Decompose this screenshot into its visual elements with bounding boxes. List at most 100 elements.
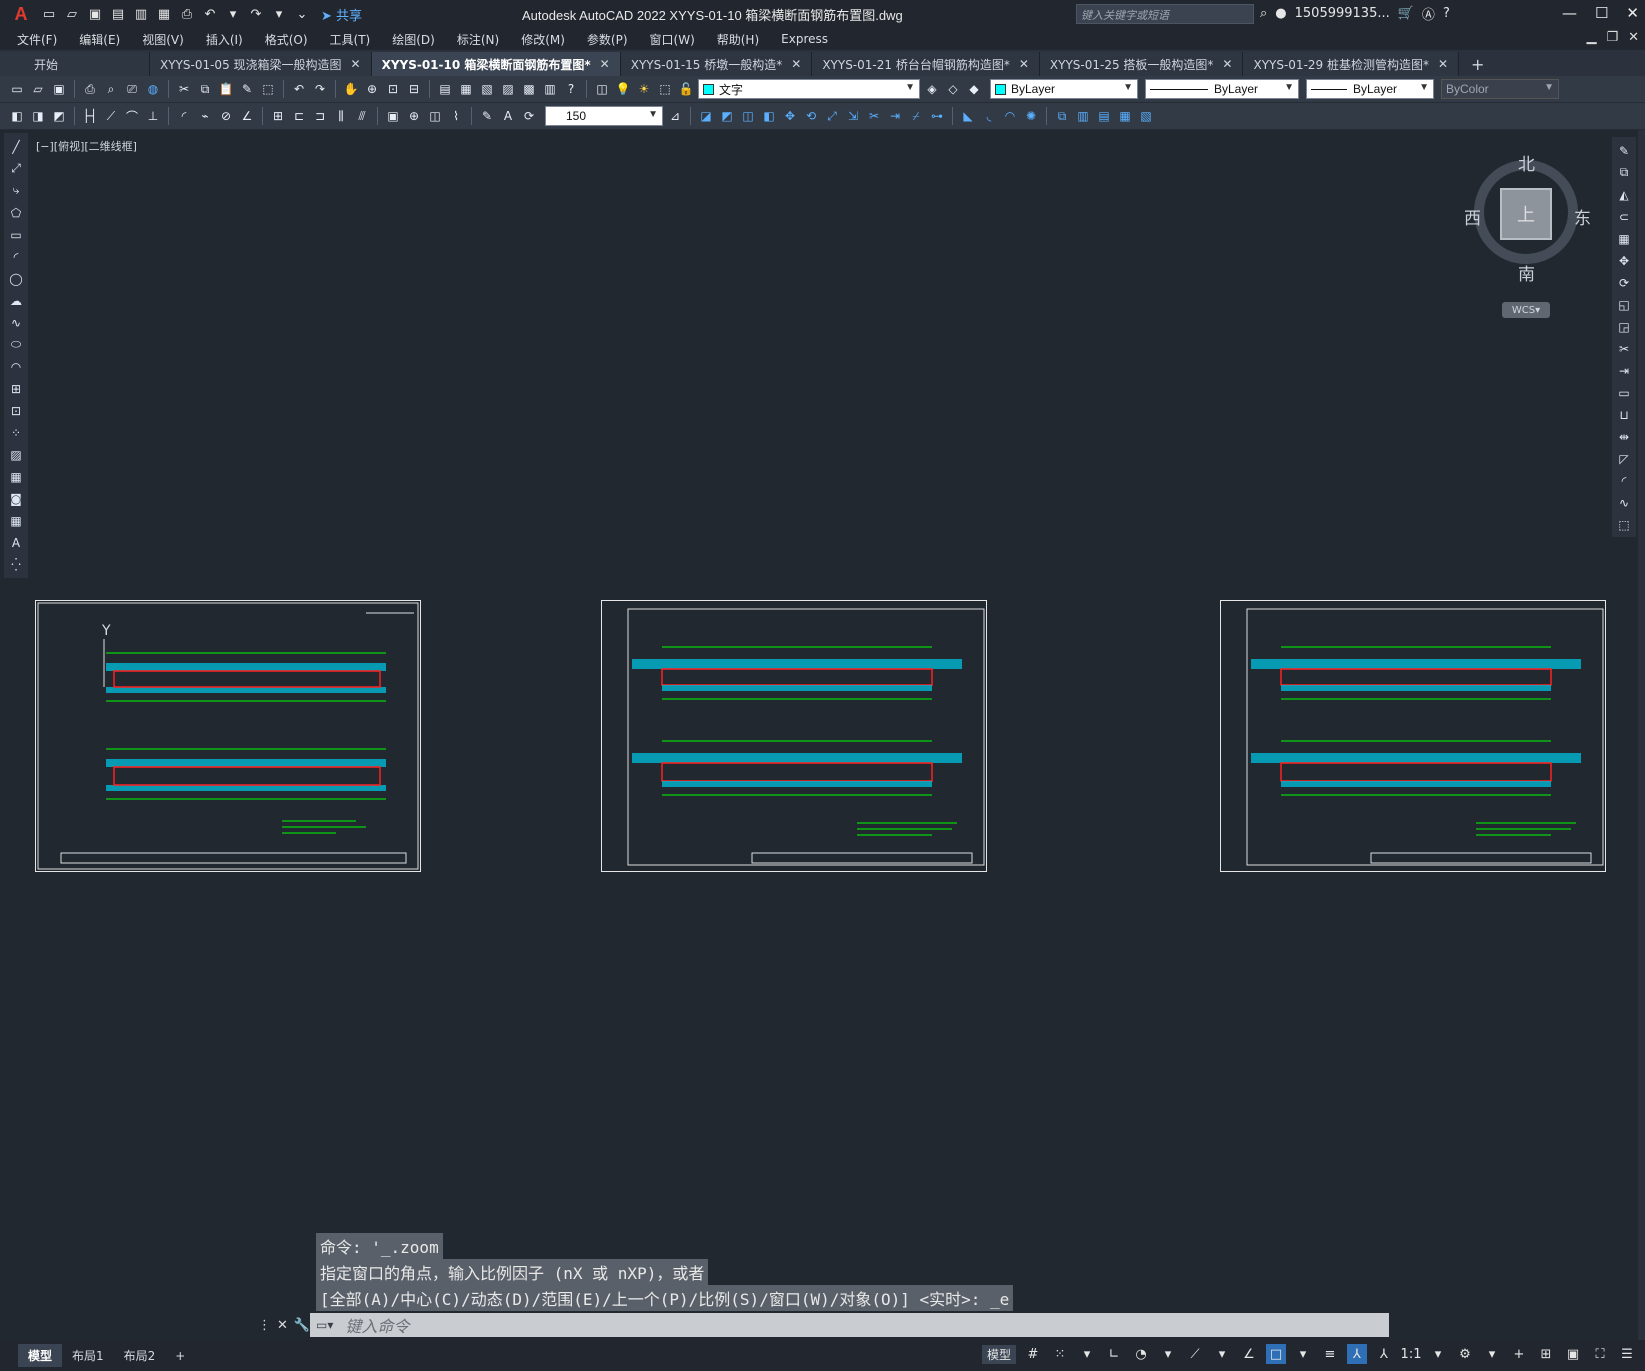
inspection-icon[interactable]: ◫ [426,107,444,125]
fillet-icon[interactable]: ◟ [980,107,998,125]
recent-commands-icon[interactable]: ▭▾ [316,1318,333,1332]
command-input[interactable]: ▭▾ 键入命令 [310,1313,1389,1337]
scale-object-icon[interactable]: ⤢ [823,107,841,125]
dim-style-icon[interactable]: ⊿ [666,107,684,125]
layout-tab-model[interactable]: 模型 [18,1344,63,1367]
gradient-icon[interactable]: ▦ [7,467,25,486]
rotate-object-icon[interactable]: ⟲ [802,107,820,125]
extend-icon[interactable]: ⇥ [1615,361,1633,380]
tab-xyys-01-21[interactable]: XYYS-01-21 桥台台帽钢筋构造图* ✕ [812,52,1040,76]
plot-preview-icon[interactable]: ⌕ [102,80,120,98]
quick-dim-icon[interactable]: ⊞ [269,107,287,125]
search-icon[interactable]: ⌕ [1260,6,1267,21]
mtext-icon[interactable]: A [7,533,25,552]
blend-curves-icon[interactable]: ∿ [1615,493,1633,512]
help-tb-icon[interactable]: ? [562,80,580,98]
menu-modify[interactable]: 修改(M) [510,31,576,48]
jogged-dim-icon[interactable]: ⌁ [196,107,214,125]
diameter-dim-icon[interactable]: ⊘ [217,107,235,125]
ortho-icon[interactable]: ∟ [1104,1344,1124,1364]
redo-dropdown-icon[interactable]: ▾ [269,4,289,24]
save-icon[interactable]: ▣ [85,4,105,24]
plot-icon[interactable]: ⎙ [177,4,197,24]
line-icon[interactable]: ╱ [7,137,25,156]
workspace-gear-icon[interactable]: ⚙ [1455,1344,1475,1364]
layer-on-icon[interactable]: 💡 [614,80,632,98]
array-icon[interactable]: ▦ [1615,229,1633,248]
tab-xyys-01-05[interactable]: XYYS-01-05 现浇箱梁一般构造图 ✕ [150,52,372,76]
annotation-monitor-icon[interactable]: + [1509,1344,1529,1364]
chamfer-icon[interactable]: ◣ [959,107,977,125]
break-object-icon[interactable]: ⌿ [907,107,925,125]
tab-xyys-01-15[interactable]: XYYS-01-15 桥墩一般构造* ✕ [620,52,813,76]
isodraft-icon[interactable]: ⟋ [1185,1344,1205,1364]
angular-dim-icon[interactable]: ∠ [238,107,256,125]
offset-icon[interactable]: ⊂ [1615,207,1633,226]
search-input[interactable]: 键入关键字或短语 [1076,4,1254,24]
arc-icon[interactable]: ◜ [7,247,25,266]
clean-screen-icon[interactable]: ⛶ [1590,1344,1610,1364]
offset-object-icon[interactable]: ◫ [739,107,757,125]
layer-viewport-icon[interactable]: ⬚ [656,80,674,98]
send-back-icon[interactable]: ▤ [1095,107,1113,125]
tab-xyys-01-10[interactable]: XYYS-01-10 箱梁横断面钢筋布置图* ✕ [371,52,621,76]
linear-dim-icon[interactable]: ├┤ [81,107,99,125]
layer-previous-icon[interactable]: ◇ [944,80,962,98]
break-icon[interactable]: ⊔ [1615,405,1633,424]
model-space-button[interactable]: 模型 [981,1344,1016,1364]
customize-status-icon[interactable]: ☰ [1617,1344,1637,1364]
zoom-window-icon[interactable]: ⊡ [384,80,402,98]
redo-icon[interactable]: ↷ [246,4,266,24]
paste-icon[interactable]: 📋 [217,80,235,98]
menu-help[interactable]: 帮助(H) [706,31,770,48]
construction-line-icon[interactable]: ⤢ [7,159,25,178]
menu-view[interactable]: 视图(V) [131,31,195,48]
tab-close-icon[interactable]: ✕ [351,57,361,71]
undo-icon[interactable]: ↶ [200,4,220,24]
snap-dropdown-icon[interactable]: ▾ [1077,1344,1097,1364]
stretch-icon[interactable]: ◲ [1615,317,1633,336]
zoom-realtime-icon[interactable]: ⊕ [363,80,381,98]
doc-restore-icon[interactable]: ❐ [1606,30,1618,45]
blend-icon[interactable]: ◠ [1001,107,1019,125]
drawing-sheet[interactable] [1220,600,1606,872]
mirror-object-icon[interactable]: ◩ [718,107,736,125]
drawing-sheet[interactable] [601,600,987,872]
ordinate-dim-icon[interactable]: ⊥ [144,107,162,125]
make-current-layer-icon[interactable]: ◈ [923,80,941,98]
grid-icon[interactable]: # [1023,1344,1043,1364]
color-dropdown[interactable]: ByLayer ▼ [990,79,1138,99]
calculator-icon[interactable]: ▥ [541,80,559,98]
make-block-icon[interactable]: ⊡ [7,401,25,420]
quick-properties-icon[interactable]: ▣ [1563,1344,1583,1364]
copy-right-icon[interactable]: ⧉ [1615,163,1633,182]
qnew-icon[interactable]: ▭ [8,80,26,98]
publish-icon[interactable]: ⎚ [123,80,141,98]
explode-icon[interactable]: ✺ [1022,107,1040,125]
tab-close-icon[interactable]: ✕ [1438,57,1448,71]
fillet-right-icon[interactable]: ◜ [1615,471,1633,490]
block-editor-icon[interactable]: ⬚ [259,80,277,98]
units-icon[interactable]: ⊞ [1536,1344,1556,1364]
cart-icon[interactable]: 🛒 [1398,6,1414,21]
bring-front-icon[interactable]: ▥ [1074,107,1092,125]
design-center-icon[interactable]: ▦ [457,80,475,98]
hatch-back-icon[interactable]: ▧ [1137,107,1155,125]
customize-wrench-icon[interactable]: 🔧 [294,1318,310,1333]
menu-dimension[interactable]: 标注(N) [446,31,510,48]
ellipse-arc-icon[interactable]: ◠ [7,357,25,376]
tab-close-icon[interactable]: ✕ [1019,57,1029,71]
save-file-icon[interactable]: ▣ [50,80,68,98]
tab-xyys-01-29[interactable]: XYYS-01-29 桩基检测管构造图* ✕ [1243,52,1460,76]
dim-edit-icon[interactable]: ✎ [478,107,496,125]
array-object-icon[interactable]: ◧ [760,107,778,125]
compass-west[interactable]: 西 [1464,204,1481,229]
radius-dim-icon[interactable]: ◜ [175,107,193,125]
tab-start[interactable]: 开始 [0,52,150,76]
rectangle-icon[interactable]: ▭ [7,225,25,244]
menu-edit[interactable]: 编辑(E) [68,31,131,48]
region-icon[interactable]: ◙ [7,489,25,508]
arc-length-icon[interactable]: ⌒ [123,107,141,125]
compass-east[interactable]: 东 [1574,204,1591,229]
cut-icon[interactable]: ✂ [175,80,193,98]
